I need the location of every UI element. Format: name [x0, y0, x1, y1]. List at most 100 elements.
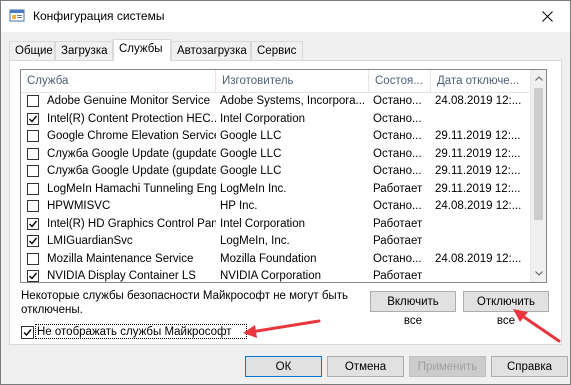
service-checkbox[interactable] [27, 235, 39, 247]
service-checkbox[interactable] [27, 112, 39, 125]
service-name: Intel(R) Content Protection HEC... [47, 112, 216, 125]
column-header-date[interactable]: Дата отключе... [431, 70, 531, 92]
service-name: Adobe Genuine Monitor Service [47, 95, 211, 107]
service-manufacturer: Intel Corporation [220, 112, 306, 125]
service-status: Остано... [373, 147, 422, 160]
service-name: Служба Google Update (gupdate) [47, 147, 216, 160]
service-status: Остано... [373, 252, 422, 265]
service-disabled-date: 24.08.2019 12:... [435, 95, 522, 107]
service-row[interactable]: Google Chrome Elevation Service Google LL… [21, 128, 531, 145]
service-disabled-date [431, 268, 531, 282]
service-disabled-date: 29.11.2019 12:... [435, 182, 521, 195]
service-name: Intel(R) HD Graphics Control Pan... [47, 217, 216, 230]
close-icon [541, 11, 553, 22]
service-disabled-date: 29.11.2019 12:... [435, 130, 521, 142]
checkmark-icon [29, 237, 38, 245]
service-name: Google Chrome Elevation Service [47, 130, 216, 142]
service-name: Служба Google Update (gupdatem) [47, 165, 216, 177]
service-status: Остано... [373, 200, 422, 212]
tab-services[interactable]: Службы [113, 39, 171, 61]
service-disabled-date: 29.11.2019 12:... [435, 147, 521, 160]
service-disabled-date: 24.08.2019 12:... [435, 200, 522, 212]
tab-boot[interactable]: Загрузка [55, 41, 113, 60]
service-row[interactable]: Adobe Genuine Monitor Service Adobe Syste… [21, 93, 531, 110]
service-name: NVIDIA Display Container LS [47, 270, 196, 282]
enable-all-button[interactable]: Включить все [370, 291, 456, 327]
service-manufacturer: Google LLC [220, 130, 282, 142]
red-arrow-annotation-right [513, 309, 561, 343]
service-manufacturer: LogMeIn, Inc. [220, 235, 290, 247]
service-row[interactable]: LMIGuardianSvc LogMeIn, Inc. Работает [21, 233, 531, 250]
service-status: Остано... [373, 95, 422, 107]
chevron-up-icon [535, 76, 543, 81]
service-manufacturer: LogMeIn Inc. [220, 182, 287, 195]
service-name: Mozilla Maintenance Service [47, 252, 194, 265]
column-header-status[interactable]: Состоя... [369, 70, 431, 92]
service-status: Работает [373, 235, 423, 247]
list-header: Служба Изготовитель Состоя... Дата отклю… [21, 70, 531, 93]
service-checkbox[interactable] [27, 147, 39, 160]
service-name: LogMeIn Hamachi Tunneling Engine [47, 182, 216, 195]
service-checkbox[interactable] [27, 130, 39, 142]
service-checkbox[interactable] [27, 182, 39, 195]
service-manufacturer: Intel Corporation [220, 217, 306, 230]
service-row[interactable]: HPWMISVC HP Inc. Остано... 24.08.2019 12:..… [21, 198, 531, 215]
vertical-scrollbar[interactable] [530, 70, 546, 282]
scrollbar-thumb[interactable] [534, 88, 543, 220]
hide-microsoft-services-label: Не отображать службы Майкрософт [37, 326, 232, 338]
service-status: Остано... [373, 165, 422, 177]
service-manufacturer: Adobe Systems, Incorpora... [220, 95, 366, 107]
service-disabled-date: 29.11.2019 12:... [435, 165, 521, 177]
cancel-button[interactable]: Отмена [327, 356, 404, 377]
msconfig-app-icon [9, 8, 25, 24]
service-manufacturer: Mozilla Foundation [220, 252, 317, 265]
column-header-manufacturer[interactable]: Изготовитель [216, 70, 369, 92]
tab-general[interactable]: Общие [9, 41, 55, 60]
service-manufacturer: HP Inc. [220, 200, 258, 212]
service-checkbox[interactable] [27, 95, 39, 107]
service-row[interactable]: Служба Google Update (gupdatem) Google LL… [21, 163, 531, 180]
tab-startup[interactable]: Автозагрузка [171, 41, 251, 60]
service-row[interactable]: LogMeIn Hamachi Tunneling Engine LogMeIn … [21, 181, 531, 198]
checkmark-icon [23, 329, 32, 337]
close-button[interactable] [524, 1, 570, 32]
help-button[interactable]: Справка [491, 356, 568, 377]
service-checkbox[interactable] [27, 200, 39, 212]
service-row[interactable]: NVIDIA Display Container LS NVIDIA Corpor… [21, 268, 531, 282]
security-services-note: Некоторые службы безопасности Майкрософт… [21, 290, 348, 316]
service-manufacturer: Google LLC [220, 147, 282, 160]
service-row[interactable]: Intel(R) Content Protection HEC... Intel … [21, 111, 531, 128]
scroll-down-button[interactable] [531, 265, 546, 282]
service-manufacturer: NVIDIA Corporation [220, 270, 321, 282]
service-checkbox[interactable] [27, 270, 39, 282]
service-row[interactable]: Intel(R) HD Graphics Control Pan... Intel… [21, 216, 531, 233]
ok-button[interactable]: ОК [245, 356, 322, 377]
checkmark-icon [29, 115, 38, 123]
title-bar: Конфигурация системы [1, 1, 570, 32]
service-checkbox[interactable] [27, 165, 39, 177]
chevron-down-icon [535, 271, 543, 276]
column-header-service[interactable]: Служба [21, 70, 216, 92]
service-name: LMIGuardianSvc [47, 235, 133, 247]
service-row[interactable]: Служба Google Update (gupdate) Google LLC… [21, 146, 531, 163]
window-title: Конфигурация системы [33, 9, 165, 23]
checkmark-icon [29, 272, 38, 280]
service-disabled-date [431, 216, 531, 233]
service-manufacturer: Google LLC [220, 165, 282, 177]
service-row[interactable]: Mozilla Maintenance Service Mozilla Found… [21, 251, 531, 268]
tab-tools[interactable]: Сервис [251, 41, 303, 60]
service-disabled-date [431, 111, 531, 128]
service-status: Остано... [373, 112, 422, 125]
system-configuration-window: Конфигурация системы Общие Загрузка Служ… [0, 0, 571, 385]
service-checkbox[interactable] [27, 217, 39, 230]
hide-microsoft-services-checkbox[interactable] [21, 326, 34, 339]
service-status: Работает [373, 270, 423, 282]
services-list[interactable]: Служба Изготовитель Состоя... Дата отклю… [20, 69, 547, 283]
scroll-up-button[interactable] [531, 70, 546, 87]
apply-button: Применить [409, 356, 486, 377]
checkmark-icon [29, 220, 38, 228]
service-disabled-date: 24.08.2019 12:... [435, 252, 522, 265]
red-arrow-annotation-left [243, 319, 321, 338]
service-disabled-date [431, 233, 531, 250]
service-checkbox[interactable] [27, 252, 39, 265]
